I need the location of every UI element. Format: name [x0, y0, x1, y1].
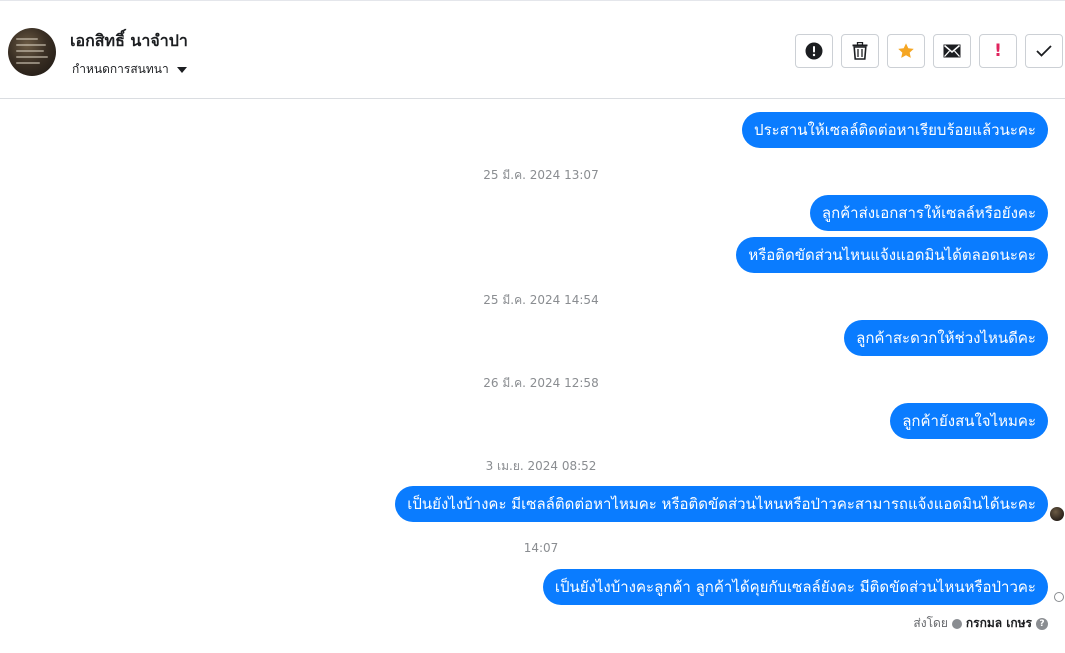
follow-up-button[interactable]: ! — [979, 34, 1017, 68]
delete-button[interactable] — [841, 34, 879, 68]
timestamp: 14:07 — [523, 541, 559, 555]
timestamp: 25 มี.ค. 2024 14:54 — [483, 293, 599, 307]
message-bubble[interactable]: ลูกค้ายังสนใจไหมคะ — [890, 403, 1048, 439]
mark-done-button[interactable] — [1025, 34, 1063, 68]
sent-by-line: ส่งโดย กรกมล เกษร ? — [913, 614, 1048, 633]
exclamation-icon: ! — [994, 41, 1002, 61]
sent-by-label: ส่งโดย — [913, 616, 948, 630]
checkmark-icon — [1036, 45, 1052, 57]
message-bubble[interactable]: เป็นยังไงบ้างคะ มีเซลล์ติดต่อหาไหมคะ หรื… — [395, 486, 1048, 522]
timestamp: 26 มี.ค. 2024 12:58 — [483, 376, 599, 390]
verified-icon — [951, 618, 962, 629]
trash-icon — [852, 42, 868, 60]
message-bubble[interactable]: ประสานให้เซลล์ติดต่อหาเรียบร้อยแล้วนะคะ — [742, 112, 1048, 148]
caret-down-icon — [176, 66, 187, 73]
mark-spam-button[interactable] — [795, 34, 833, 68]
star-icon — [898, 43, 914, 58]
envelope-icon — [943, 44, 961, 58]
message-thread: ประสานให้เซลล์ติดต่อหาเรียบร้อยแล้วนะคะ … — [0, 100, 1065, 653]
sent-status-icon — [1054, 592, 1064, 602]
timestamp: 25 มี.ค. 2024 13:07 — [483, 168, 599, 182]
contact-name[interactable]: เอกสิทธิ์ นาจำปา — [70, 29, 188, 54]
assign-conversation-label: กำหนดการสนทนา — [72, 62, 169, 76]
star-button[interactable] — [887, 34, 925, 68]
assign-conversation-dropdown[interactable]: กำหนดการสนทนา — [72, 60, 187, 79]
conversation-header: เอกสิทธิ์ นาจำปา กำหนดการสนทนา ! — [0, 4, 1065, 99]
contact-avatar[interactable] — [8, 28, 56, 76]
help-icon[interactable]: ? — [1036, 617, 1048, 630]
message-bubble[interactable]: ลูกค้าสะดวกให้ช่วงไหนดีคะ — [844, 320, 1048, 356]
conversation-toolbar: ! — [795, 34, 1063, 68]
read-receipt-avatar — [1050, 507, 1064, 521]
sender-name[interactable]: กรกมล เกษร — [966, 614, 1032, 633]
mark-unread-button[interactable] — [933, 34, 971, 68]
timestamp: 3 เม.ย. 2024 08:52 — [485, 459, 597, 473]
message-bubble[interactable]: ลูกค้าส่งเอกสารให้เซลล์หรือยังคะ — [809, 195, 1048, 231]
alert-circle-icon — [805, 42, 823, 60]
message-bubble[interactable]: หรือติดขัดส่วนไหนแจ้งแอดมินได้ตลอดนะคะ — [736, 237, 1048, 273]
message-bubble[interactable]: เป็นยังไงบ้างคะลูกค้า ลูกค้าได้คุยกับเซล… — [542, 569, 1048, 605]
